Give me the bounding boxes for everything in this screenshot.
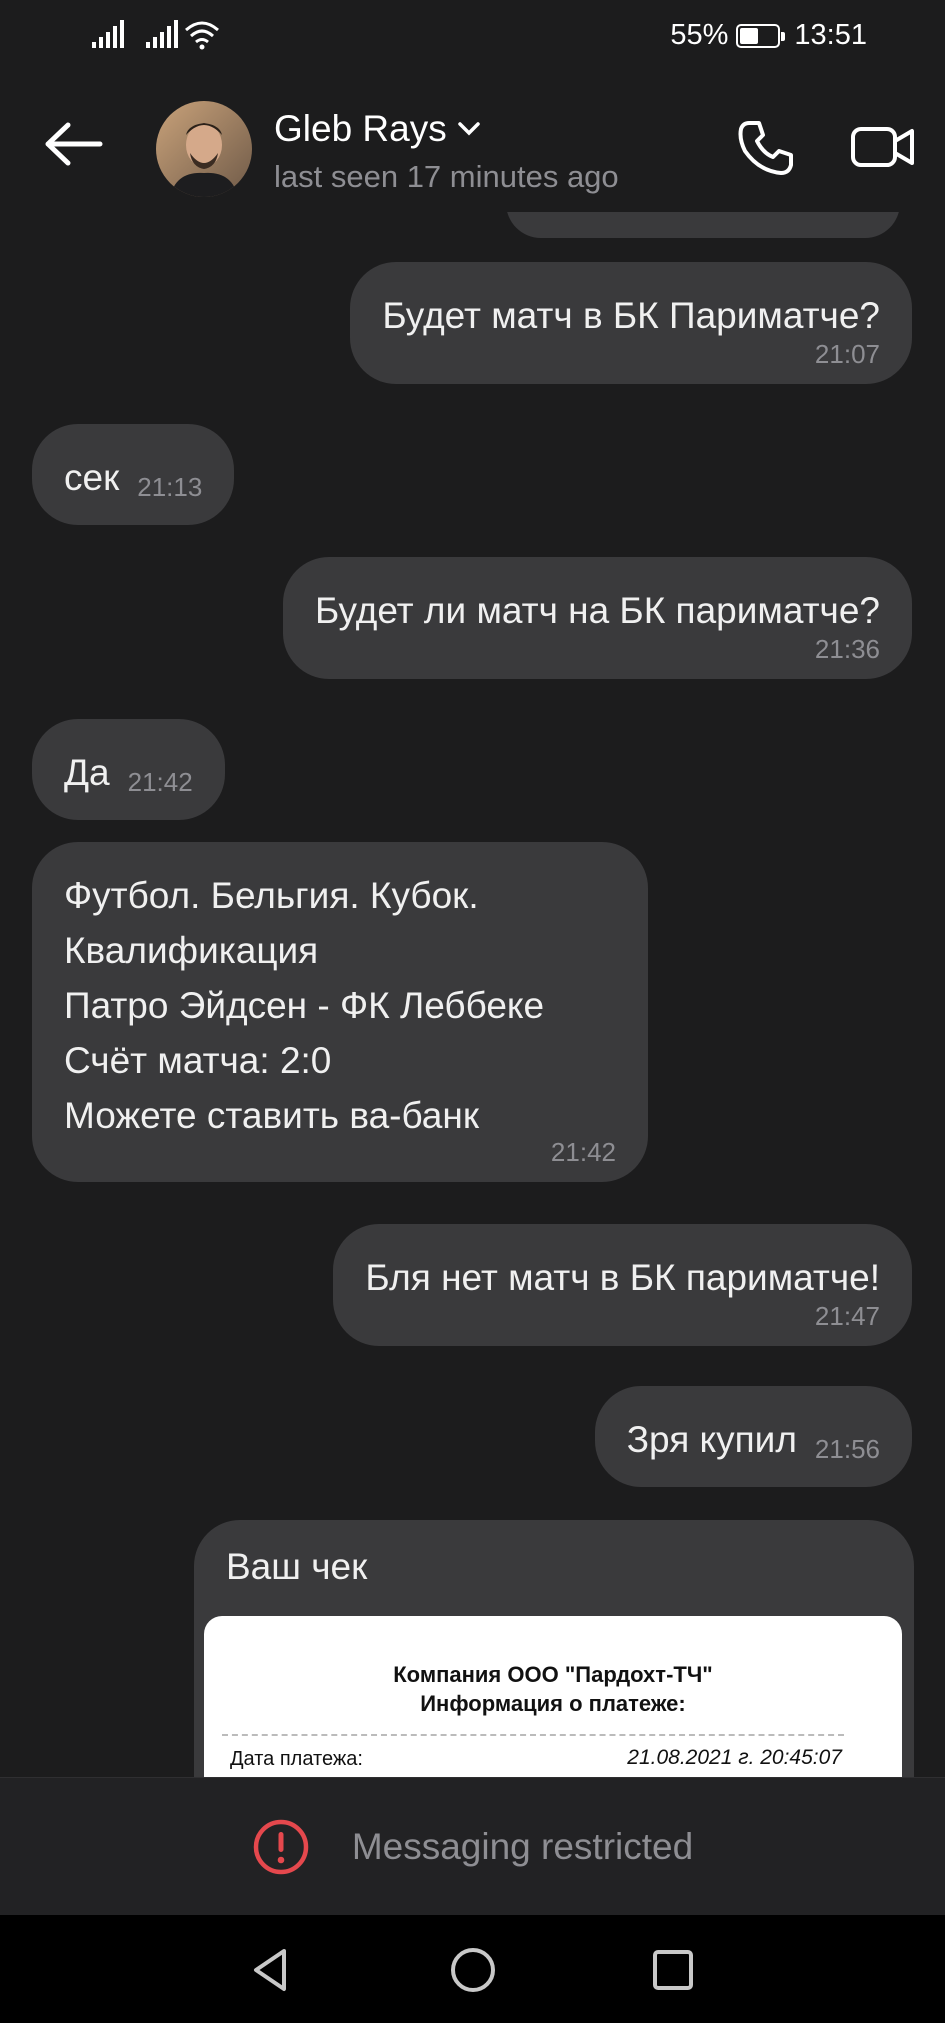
receipt-divider	[222, 1734, 844, 1736]
last-seen-status: last seen 17 minutes ago	[274, 159, 619, 194]
video-call-button[interactable]	[848, 112, 918, 182]
system-nav-bar	[0, 1915, 945, 2023]
message-text: Будет матч в БК Париматче?	[382, 295, 880, 336]
receipt-company-name: Компания ООО "Пардохт-ТЧ"	[393, 1662, 713, 1687]
restricted-text: Messaging restricted	[351, 1825, 694, 1867]
video-icon	[851, 127, 914, 167]
receipt-date-label: Дата платежа:	[230, 1748, 363, 1770]
contact-name-text: Gleb Rays	[274, 108, 447, 149]
message-bubble-incoming[interactable]: сек 21:13	[32, 424, 235, 525]
message-text: Футбол. Бельгия. Кубок. Квалификация Пат…	[64, 875, 545, 1136]
chevron-down-icon	[457, 122, 480, 136]
nav-back-icon[interactable]	[244, 1943, 298, 1997]
receipt-company: Компания ООО "Пардохт-ТЧ" Информация о п…	[204, 1660, 902, 1718]
message-text: сек	[64, 457, 120, 498]
battery-percent: 55%	[670, 19, 729, 51]
receipt-date-value: 21.08.2021 г. 20:45:07	[627, 1746, 842, 1769]
wifi-icon	[185, 21, 219, 50]
phone-icon	[738, 121, 793, 175]
contact-name[interactable]: Gleb Rays	[274, 108, 481, 150]
nav-home-icon[interactable]	[446, 1943, 500, 1997]
back-arrow-icon[interactable]	[44, 122, 104, 166]
message-time: 21:42	[127, 767, 193, 797]
avatar[interactable]	[156, 101, 252, 197]
message-text: Да	[64, 752, 110, 793]
battery-icon	[736, 23, 786, 48]
message-bubble-incoming[interactable]: Да 21:42	[32, 719, 225, 820]
receipt-image[interactable]: Компания ООО "Пардохт-ТЧ" Информация о п…	[204, 1616, 902, 1777]
message-bubble-outgoing[interactable]: Будет матч в БК Париматче? 21:07	[350, 262, 912, 384]
call-button[interactable]	[730, 112, 800, 182]
messaging-restricted-bar: Messaging restricted	[0, 1777, 945, 1915]
message-bubble-outgoing[interactable]: Бля нет матч в БК париматче! 21:47	[333, 1224, 912, 1346]
status-bar: 55% 13:51	[0, 0, 945, 72]
message-text: Зря купил	[626, 1419, 797, 1460]
message-bubble-partial	[506, 212, 900, 238]
message-time: 21:36	[814, 634, 880, 664]
chat-header: Gleb Rays last seen 17 minutes ago	[0, 72, 945, 212]
message-bubble-outgoing[interactable]: Зря купил 21:56	[594, 1386, 912, 1487]
message-time: 21:13	[137, 472, 203, 502]
message-bubble-outgoing[interactable]: Будет ли матч на БК париматче? 21:36	[283, 557, 912, 679]
clock: 13:51	[794, 19, 867, 51]
message-bubble-incoming[interactable]: Футбол. Бельгия. Кубок. Квалификация Пат…	[32, 842, 648, 1182]
receipt-message[interactable]: Ваш чек Компания ООО "Пардохт-ТЧ" Информ…	[194, 1520, 914, 1777]
message-text: Бля нет матч в БК париматче!	[365, 1257, 880, 1298]
signal-icon	[92, 20, 124, 48]
receipt-title: Ваш чек	[226, 1546, 368, 1587]
message-time: 21:07	[814, 339, 880, 369]
receipt-info-heading: Информация о платеже:	[420, 1691, 686, 1716]
message-time: 21:56	[814, 1434, 880, 1464]
message-time: 21:47	[814, 1301, 880, 1331]
message-text: Будет ли матч на БК париматче?	[315, 590, 880, 631]
nav-recents-icon[interactable]	[646, 1943, 700, 1997]
message-list[interactable]: Будет матч в БК Париматче? 21:07 сек 21:…	[0, 212, 945, 1777]
alert-circle-icon	[253, 1819, 309, 1874]
avatar-image	[156, 101, 252, 197]
battery-fill	[740, 27, 759, 44]
signal-icon	[146, 20, 178, 48]
